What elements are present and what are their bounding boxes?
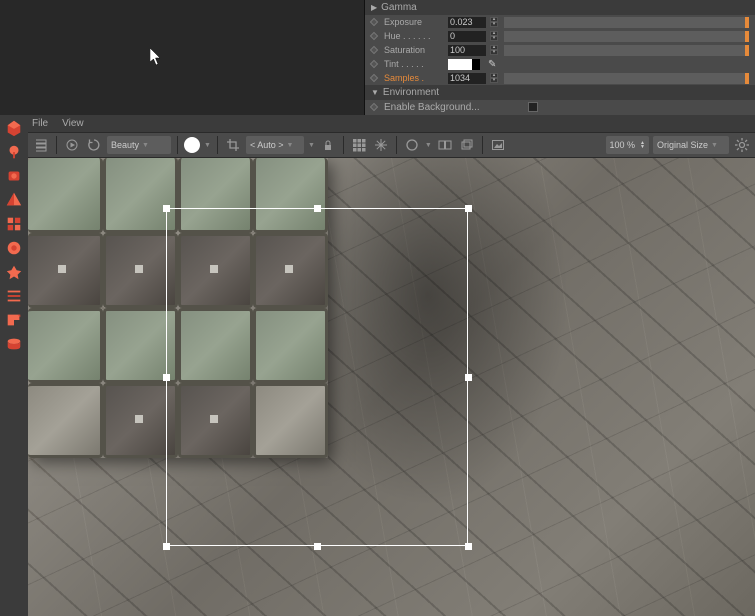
property-label: Saturation — [384, 45, 444, 55]
keyframe-icon[interactable] — [370, 18, 378, 26]
edit-icon[interactable]: ✎ — [488, 59, 496, 70]
auto-label: < Auto > — [250, 140, 284, 150]
zoom-label: 100 % — [610, 140, 636, 150]
rail-tool-3[interactable] — [3, 165, 25, 187]
spinner[interactable]: ▴▾ — [490, 45, 498, 55]
picture-viewer-toolbar: Beauty ▼ ▼ < Auto > ▼ ▼ ▼ — [28, 132, 755, 158]
checkbox-row: Enable Background... — [365, 100, 755, 114]
property-label: Tint . . . . . — [384, 59, 444, 69]
spinner-down[interactable]: ▾ — [490, 50, 498, 55]
color-swatch[interactable] — [448, 59, 480, 70]
chevron-down-icon: ▼ — [711, 142, 718, 149]
chevron-down-icon: ▼ — [286, 142, 293, 149]
property-value-input[interactable] — [448, 31, 486, 42]
empty-scene-panel — [0, 0, 365, 115]
selection-handle[interactable] — [163, 543, 170, 550]
shape-button[interactable] — [403, 136, 421, 154]
rail-tool-10[interactable] — [3, 333, 25, 355]
picture-viewer-menu: File View — [28, 115, 755, 132]
checkbox[interactable] — [528, 102, 538, 112]
property-row: Tint . . . . . ✎ — [365, 57, 755, 71]
grid-view-button[interactable] — [350, 136, 368, 154]
selection-handle[interactable] — [465, 205, 472, 212]
selection-handle[interactable] — [465, 543, 472, 550]
render-viewport[interactable] — [28, 158, 755, 616]
properties-panel: ▶ Gamma Exposure▴▾Hue . . . . . .▴▾Satur… — [365, 0, 755, 115]
property-value-input[interactable] — [448, 73, 486, 84]
channel-ball-button[interactable] — [184, 137, 200, 153]
menu-view[interactable]: View — [62, 118, 84, 129]
auto-dropdown[interactable]: < Auto > ▼ — [246, 136, 304, 154]
menu-file[interactable]: File — [32, 118, 48, 129]
property-slider[interactable] — [504, 45, 749, 56]
rail-tool-4[interactable] — [3, 189, 25, 211]
property-slider[interactable] — [504, 31, 749, 42]
keyframe-icon[interactable] — [370, 103, 378, 111]
selection-handle[interactable] — [465, 374, 472, 381]
checkbox-label: Enable Background... — [384, 102, 524, 113]
expand-arrow-icon: ▼ — [371, 88, 379, 97]
environment-section-header[interactable]: ▼ Environment — [365, 85, 755, 100]
tile-grid-render — [28, 158, 328, 458]
property-row: Exposure ▴▾ — [365, 15, 755, 29]
rail-tool-2[interactable] — [3, 141, 25, 163]
keyframe-icon[interactable] — [370, 46, 378, 54]
rail-tool-8[interactable] — [3, 285, 25, 307]
selection-handle[interactable] — [163, 205, 170, 212]
layer-dropdown[interactable]: Beauty ▼ — [107, 136, 171, 154]
layer-label: Beauty — [111, 140, 139, 150]
crop-button[interactable] — [224, 136, 242, 154]
rail-tool-7[interactable] — [3, 261, 25, 283]
spinner[interactable]: ▴▾ — [490, 17, 498, 27]
size-dropdown[interactable]: Original Size ▼ — [653, 136, 729, 154]
snowflake-button[interactable] — [372, 136, 390, 154]
selection-handle[interactable] — [314, 543, 321, 550]
history-button[interactable] — [32, 136, 50, 154]
gamma-label: Gamma — [381, 2, 417, 13]
settings-gear-button[interactable] — [733, 136, 751, 154]
gamma-section-header[interactable]: ▶ Gamma — [365, 0, 755, 15]
refresh-button[interactable] — [85, 136, 103, 154]
zoom-dropdown[interactable]: 100 % ▲▼ — [606, 136, 649, 154]
spinner-down[interactable]: ▾ — [490, 78, 498, 83]
image-button[interactable] — [489, 136, 507, 154]
rail-tool-6[interactable] — [3, 237, 25, 259]
environment-label: Environment — [383, 87, 439, 98]
keyframe-icon[interactable] — [370, 74, 378, 82]
ab-compare-button[interactable] — [436, 136, 454, 154]
collapse-arrow-icon: ▶ — [371, 3, 377, 12]
rail-tool-1[interactable] — [3, 117, 25, 139]
property-slider[interactable] — [504, 17, 749, 28]
shape-dropdown-arrow[interactable]: ▼ — [425, 142, 432, 149]
channel-dropdown-arrow[interactable]: ▼ — [204, 142, 211, 149]
left-tool-rail — [0, 115, 28, 616]
spinner-down[interactable]: ▾ — [490, 36, 498, 41]
chevron-down-icon: ▼ — [142, 142, 149, 149]
keyframe-icon[interactable] — [370, 32, 378, 40]
rail-tool-5[interactable] — [3, 213, 25, 235]
play-button[interactable] — [63, 136, 81, 154]
keyframe-icon[interactable] — [370, 60, 378, 68]
property-label: Samples . — [384, 73, 444, 83]
property-row: Saturation ▴▾ — [365, 43, 755, 57]
selection-handle[interactable] — [163, 374, 170, 381]
mouse-cursor — [150, 48, 162, 66]
property-value-input[interactable] — [448, 17, 486, 28]
lock-button[interactable] — [319, 136, 337, 154]
auto-extra-arrow[interactable]: ▼ — [308, 142, 315, 149]
rail-tool-9[interactable] — [3, 309, 25, 331]
stack-button[interactable] — [458, 136, 476, 154]
property-slider[interactable] — [504, 73, 749, 84]
size-label: Original Size — [657, 140, 708, 150]
spinner[interactable]: ▴▾ — [490, 31, 498, 41]
property-label: Exposure — [384, 17, 444, 27]
spinner[interactable]: ▴▾ — [490, 73, 498, 83]
spinner-down[interactable]: ▾ — [490, 22, 498, 27]
property-row: Samples . ▴▾ — [365, 71, 755, 85]
property-row: Hue . . . . . . ▴▾ — [365, 29, 755, 43]
property-value-input[interactable] — [448, 45, 486, 56]
property-label: Hue . . . . . . — [384, 31, 444, 41]
selection-handle[interactable] — [314, 205, 321, 212]
